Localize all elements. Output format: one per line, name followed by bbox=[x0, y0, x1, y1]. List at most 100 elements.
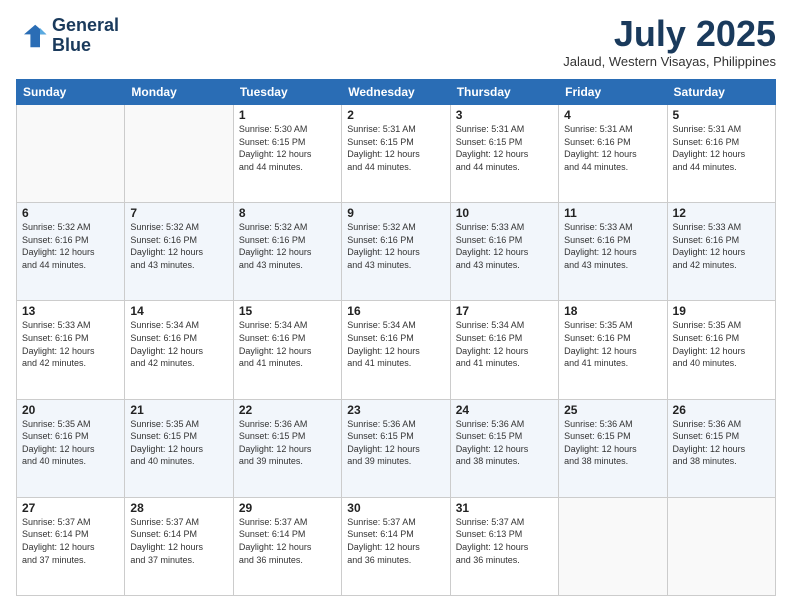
calendar-week-row: 1Sunrise: 5:30 AM Sunset: 6:15 PM Daylig… bbox=[17, 105, 776, 203]
title-area: July 2025 Jalaud, Western Visayas, Phili… bbox=[563, 16, 776, 69]
calendar-header-row: Sunday Monday Tuesday Wednesday Thursday… bbox=[17, 80, 776, 105]
day-info: Sunrise: 5:36 AM Sunset: 6:15 PM Dayligh… bbox=[564, 418, 661, 468]
day-number: 18 bbox=[564, 304, 661, 318]
calendar-week-row: 13Sunrise: 5:33 AM Sunset: 6:16 PM Dayli… bbox=[17, 301, 776, 399]
day-number: 9 bbox=[347, 206, 444, 220]
day-info: Sunrise: 5:36 AM Sunset: 6:15 PM Dayligh… bbox=[239, 418, 336, 468]
day-number: 19 bbox=[673, 304, 770, 318]
table-row: 6Sunrise: 5:32 AM Sunset: 6:16 PM Daylig… bbox=[17, 203, 125, 301]
table-row: 30Sunrise: 5:37 AM Sunset: 6:14 PM Dayli… bbox=[342, 497, 450, 595]
table-row: 2Sunrise: 5:31 AM Sunset: 6:15 PM Daylig… bbox=[342, 105, 450, 203]
day-info: Sunrise: 5:34 AM Sunset: 6:16 PM Dayligh… bbox=[347, 319, 444, 369]
table-row: 12Sunrise: 5:33 AM Sunset: 6:16 PM Dayli… bbox=[667, 203, 775, 301]
table-row: 19Sunrise: 5:35 AM Sunset: 6:16 PM Dayli… bbox=[667, 301, 775, 399]
day-info: Sunrise: 5:33 AM Sunset: 6:16 PM Dayligh… bbox=[22, 319, 119, 369]
day-number: 26 bbox=[673, 403, 770, 417]
table-row: 11Sunrise: 5:33 AM Sunset: 6:16 PM Dayli… bbox=[559, 203, 667, 301]
day-number: 20 bbox=[22, 403, 119, 417]
day-number: 11 bbox=[564, 206, 661, 220]
day-info: Sunrise: 5:34 AM Sunset: 6:16 PM Dayligh… bbox=[239, 319, 336, 369]
day-number: 5 bbox=[673, 108, 770, 122]
table-row: 25Sunrise: 5:36 AM Sunset: 6:15 PM Dayli… bbox=[559, 399, 667, 497]
col-wednesday: Wednesday bbox=[342, 80, 450, 105]
col-tuesday: Tuesday bbox=[233, 80, 341, 105]
day-info: Sunrise: 5:31 AM Sunset: 6:16 PM Dayligh… bbox=[564, 123, 661, 173]
day-info: Sunrise: 5:37 AM Sunset: 6:14 PM Dayligh… bbox=[130, 516, 227, 566]
col-thursday: Thursday bbox=[450, 80, 558, 105]
table-row: 8Sunrise: 5:32 AM Sunset: 6:16 PM Daylig… bbox=[233, 203, 341, 301]
day-info: Sunrise: 5:32 AM Sunset: 6:16 PM Dayligh… bbox=[130, 221, 227, 271]
day-number: 6 bbox=[22, 206, 119, 220]
calendar-week-row: 27 Sunrise: 5:37 AM Sunset: 6:14 PM Dayli… bbox=[17, 497, 776, 595]
day-info: Sunrise: 5:31 AM Sunset: 6:15 PM Dayligh… bbox=[347, 123, 444, 173]
day-info: Sunrise: 5:35 AM Sunset: 6:15 PM Dayligh… bbox=[130, 418, 227, 468]
day-number: 27 bbox=[22, 501, 119, 515]
day-number: 24 bbox=[456, 403, 553, 417]
day-number: 2 bbox=[347, 108, 444, 122]
day-number: 10 bbox=[456, 206, 553, 220]
day-number: 17 bbox=[456, 304, 553, 318]
table-row: 20Sunrise: 5:35 AM Sunset: 6:16 PM Dayli… bbox=[17, 399, 125, 497]
day-number: 1 bbox=[239, 108, 336, 122]
day-info: Sunrise: 5:31 AM Sunset: 6:15 PM Dayligh… bbox=[456, 123, 553, 173]
table-row bbox=[667, 497, 775, 595]
day-number: 8 bbox=[239, 206, 336, 220]
day-number: 25 bbox=[564, 403, 661, 417]
day-info: Sunrise: 5:35 AM Sunset: 6:16 PM Dayligh… bbox=[564, 319, 661, 369]
col-monday: Monday bbox=[125, 80, 233, 105]
table-row: 1Sunrise: 5:30 AM Sunset: 6:15 PM Daylig… bbox=[233, 105, 341, 203]
day-number: 4 bbox=[564, 108, 661, 122]
calendar: Sunday Monday Tuesday Wednesday Thursday… bbox=[16, 79, 776, 596]
logo-icon bbox=[16, 20, 48, 52]
logo-text: General Blue bbox=[52, 16, 119, 56]
header: General Blue July 2025 Jalaud, Western V… bbox=[16, 16, 776, 69]
day-number: 22 bbox=[239, 403, 336, 417]
day-info: Sunrise: 5:30 AM Sunset: 6:15 PM Dayligh… bbox=[239, 123, 336, 173]
day-number: 7 bbox=[130, 206, 227, 220]
day-info: Sunrise: 5:37 AM Sunset: 6:13 PM Dayligh… bbox=[456, 516, 553, 566]
day-info: Sunrise: 5:34 AM Sunset: 6:16 PM Dayligh… bbox=[130, 319, 227, 369]
day-info: Sunrise: 5:37 AM Sunset: 6:14 PM Dayligh… bbox=[239, 516, 336, 566]
day-number: 16 bbox=[347, 304, 444, 318]
day-number: 13 bbox=[22, 304, 119, 318]
day-number: 3 bbox=[456, 108, 553, 122]
table-row: 9Sunrise: 5:32 AM Sunset: 6:16 PM Daylig… bbox=[342, 203, 450, 301]
day-info: Sunrise: 5:33 AM Sunset: 6:16 PM Dayligh… bbox=[564, 221, 661, 271]
table-row: 26Sunrise: 5:36 AM Sunset: 6:15 PM Dayli… bbox=[667, 399, 775, 497]
day-info: Sunrise: 5:35 AM Sunset: 6:16 PM Dayligh… bbox=[22, 418, 119, 468]
day-info: Sunrise: 5:32 AM Sunset: 6:16 PM Dayligh… bbox=[347, 221, 444, 271]
table-row: 21Sunrise: 5:35 AM Sunset: 6:15 PM Dayli… bbox=[125, 399, 233, 497]
col-saturday: Saturday bbox=[667, 80, 775, 105]
day-info: Sunrise: 5:34 AM Sunset: 6:16 PM Dayligh… bbox=[456, 319, 553, 369]
day-number: 12 bbox=[673, 206, 770, 220]
table-row: 23Sunrise: 5:36 AM Sunset: 6:15 PM Dayli… bbox=[342, 399, 450, 497]
table-row bbox=[125, 105, 233, 203]
table-row: 18Sunrise: 5:35 AM Sunset: 6:16 PM Dayli… bbox=[559, 301, 667, 399]
day-info: Sunrise: 5:36 AM Sunset: 6:15 PM Dayligh… bbox=[347, 418, 444, 468]
table-row: 14Sunrise: 5:34 AM Sunset: 6:16 PM Dayli… bbox=[125, 301, 233, 399]
day-number: 23 bbox=[347, 403, 444, 417]
table-row: 24Sunrise: 5:36 AM Sunset: 6:15 PM Dayli… bbox=[450, 399, 558, 497]
table-row: 29Sunrise: 5:37 AM Sunset: 6:14 PM Dayli… bbox=[233, 497, 341, 595]
day-info: Sunrise: 5:36 AM Sunset: 6:15 PM Dayligh… bbox=[456, 418, 553, 468]
day-info: Sunrise: 5:35 AM Sunset: 6:16 PM Dayligh… bbox=[673, 319, 770, 369]
day-number: 14 bbox=[130, 304, 227, 318]
table-row: 31Sunrise: 5:37 AM Sunset: 6:13 PM Dayli… bbox=[450, 497, 558, 595]
table-row: 22Sunrise: 5:36 AM Sunset: 6:15 PM Dayli… bbox=[233, 399, 341, 497]
day-number: 15 bbox=[239, 304, 336, 318]
table-row: 13Sunrise: 5:33 AM Sunset: 6:16 PM Dayli… bbox=[17, 301, 125, 399]
table-row: 27Sunrise: 5:37 AM Sunset: 6:14 PM Dayli… bbox=[17, 497, 125, 595]
table-row: 28Sunrise: 5:37 AM Sunset: 6:14 PM Dayli… bbox=[125, 497, 233, 595]
location: Jalaud, Western Visayas, Philippines bbox=[563, 54, 776, 69]
day-number: 28 bbox=[130, 501, 227, 515]
day-info: Sunrise: 5:33 AM Sunset: 6:16 PM Dayligh… bbox=[673, 221, 770, 271]
table-row: 7Sunrise: 5:32 AM Sunset: 6:16 PM Daylig… bbox=[125, 203, 233, 301]
calendar-week-row: 6Sunrise: 5:32 AM Sunset: 6:16 PM Daylig… bbox=[17, 203, 776, 301]
table-row: 17Sunrise: 5:34 AM Sunset: 6:16 PM Dayli… bbox=[450, 301, 558, 399]
table-row bbox=[559, 497, 667, 595]
day-info: Sunrise: 5:32 AM Sunset: 6:16 PM Dayligh… bbox=[22, 221, 119, 271]
day-number: 29 bbox=[239, 501, 336, 515]
day-number: 31 bbox=[456, 501, 553, 515]
month-title: July 2025 bbox=[563, 16, 776, 52]
table-row: 3Sunrise: 5:31 AM Sunset: 6:15 PM Daylig… bbox=[450, 105, 558, 203]
